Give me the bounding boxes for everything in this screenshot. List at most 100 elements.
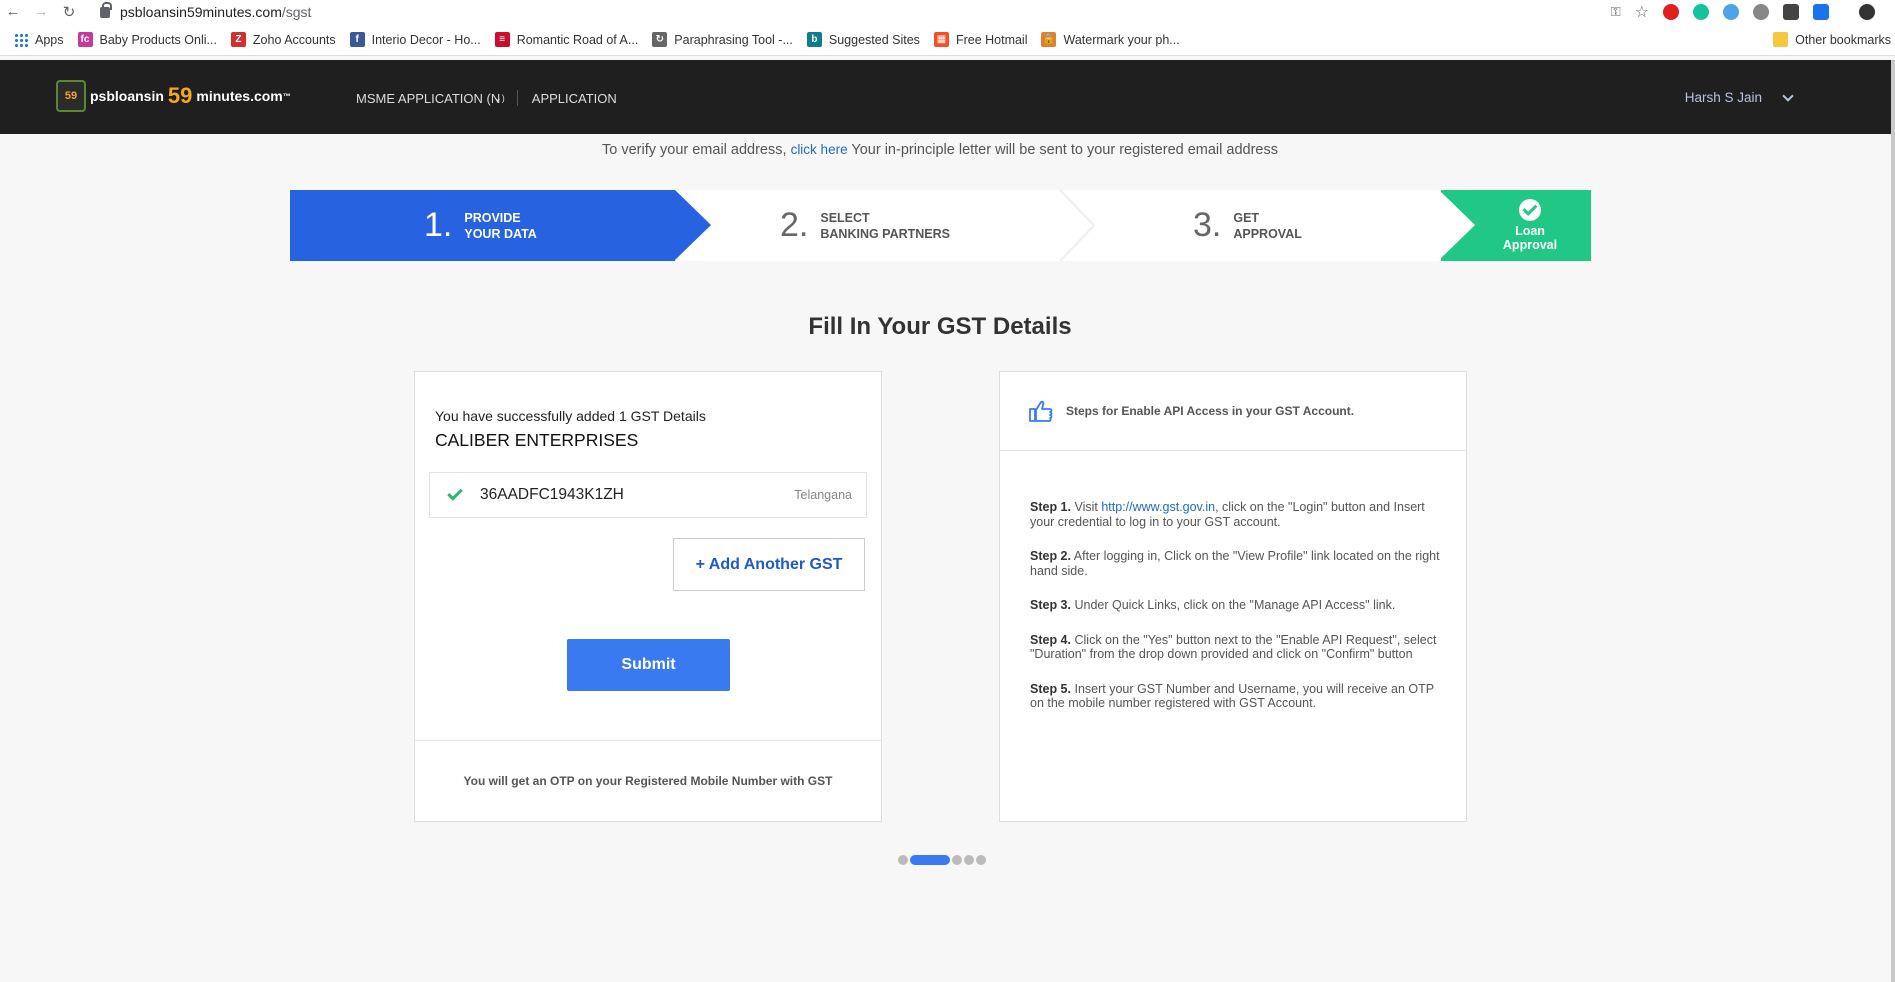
step-get-approval: 3. GET APPROVAL <box>1193 190 1302 261</box>
browser-toolbar: ← → ↻ psbloansin59minutes.com/sgst ⚿ ☆ <box>0 0 1895 24</box>
step-number: 3. <box>1193 206 1222 244</box>
bookmark-label: Watermark your ph... <box>1063 32 1180 47</box>
bookmark-7[interactable]: ▦ Free Hotmail <box>933 32 1027 47</box>
bookmarks-bar: Apps fc Baby Products Onli... Z Zoho Account… <box>0 24 1895 56</box>
verify-suffix: Your in-principle letter will be sent to… <box>851 142 1278 158</box>
paraphrasing-favicon: ↻ <box>652 32 668 47</box>
bookmark-6[interactable]: b Suggested Sites <box>806 32 920 47</box>
add-another-gst-button[interactable]: + Add Another GST <box>673 538 865 591</box>
nav-msme-application[interactable]: MSME APPLICATION (N ⌄) <box>356 90 517 106</box>
submit-button[interactable]: Submit <box>567 639 730 691</box>
step-label: Step 2. <box>1030 549 1071 563</box>
step-text: Click on the "Yes" button next to the "E… <box>1030 632 1437 662</box>
step-select-banking-partners: 2. SELECT BANKING PARTNERS <box>780 190 950 261</box>
step-text: Insert your GST Number and Username, you… <box>1030 681 1434 711</box>
step-label: Step 3. <box>1030 598 1071 612</box>
logo-number: 59 <box>167 83 193 108</box>
nav-divider <box>516 90 518 106</box>
microsoft-favicon: ▦ <box>933 32 949 47</box>
help-steps-list: Step 1. Visit http://www.gst.gov.in, cli… <box>1030 500 1440 731</box>
chevron-down-icon: ⌄) <box>494 92 505 103</box>
nav-application[interactable]: APPLICATION <box>532 90 629 106</box>
other-bookmarks[interactable]: Other bookmarks <box>1773 32 1891 47</box>
user-menu[interactable]: Harsh S Jain <box>1685 89 1794 105</box>
bookmark-3[interactable]: f Interio Decor - Ho... <box>349 32 481 47</box>
bookmark-extension-icon[interactable] <box>1813 4 1829 20</box>
gst-entry-row[interactable]: 36AADFC1943K1ZH Telangana <box>429 472 867 518</box>
verify-email-link[interactable]: click here <box>791 142 848 157</box>
other-bookmarks-label: Other bookmarks <box>1795 32 1891 47</box>
zoho-favicon: Z <box>230 32 246 47</box>
bookmark-4[interactable]: ≡ Romantic Road of A... <box>494 32 639 47</box>
grammarly-extension-icon[interactable] <box>1693 4 1709 20</box>
page-title: Fill In Your GST Details <box>808 313 1072 340</box>
otp-note: You will get an OTP on your Registered M… <box>463 774 833 788</box>
step-label: Step 5. <box>1030 681 1071 696</box>
pager-dot[interactable] <box>910 855 950 865</box>
help-step-4: Step 4. Click on the "Yes" button next t… <box>1030 633 1440 662</box>
folder-icon <box>1773 32 1789 47</box>
step-provide-data: 1. PROVIDE YOUR DATA <box>290 190 675 261</box>
final-step-line2: Approval <box>1502 238 1558 252</box>
thumbs-up-hand-icon <box>1029 400 1053 422</box>
pager-dot[interactable] <box>952 855 962 865</box>
help-card-title: Steps for Enable API Access in your GST … <box>1066 404 1355 418</box>
site-logo[interactable]: 59 psbloansin 59 minutes.com ™ <box>56 80 291 112</box>
lock-icon <box>100 1 112 18</box>
facebook-favicon: f <box>349 32 365 47</box>
back-arrow-icon[interactable]: ← <box>4 3 22 21</box>
forward-arrow-icon[interactable]: → <box>32 3 50 21</box>
bookmark-5[interactable]: ↻ Paraphrasing Tool -... <box>652 32 793 47</box>
apps-grid-icon <box>14 32 28 47</box>
bing-favicon: b <box>806 32 822 47</box>
step-divider-chevron <box>1059 190 1096 261</box>
opera-extension-icon[interactable] <box>1663 4 1679 20</box>
step-label: Step 1. <box>1030 500 1071 514</box>
lock-favicon: 🔒 <box>1041 32 1057 47</box>
logo-tm: ™ <box>282 91 291 101</box>
logo-prefix: psbloansin <box>90 88 164 104</box>
nav-msme-label: MSME APPLICATION (N <box>356 90 501 106</box>
cloud-extension-icon[interactable] <box>1723 4 1739 20</box>
bookmark-2[interactable]: Z Zoho Accounts <box>230 32 336 47</box>
app-header: 59 psbloansin 59 minutes.com ™ MSME APPLI… <box>0 60 1892 134</box>
bookmark-label: Romantic Road of A... <box>516 32 639 47</box>
bookmark-label: Apps <box>35 32 64 47</box>
step-text: Under Quick Links, click on the "Manage … <box>1074 598 1396 612</box>
shield-extension-icon[interactable] <box>1783 4 1799 20</box>
incognito-extension-icon[interactable] <box>1753 4 1769 20</box>
star-icon[interactable]: ☆ <box>1635 2 1649 22</box>
bookmark-label: Interio Decor - Ho... <box>371 32 481 47</box>
progress-stepper: 1. PROVIDE YOUR DATA 2. SELECT BANKING PAR… <box>290 190 1591 261</box>
address-bar[interactable]: psbloansin59minutes.com/sgst <box>100 1 312 20</box>
url-host: psbloansin59minutes.com <box>120 4 282 20</box>
key-icon[interactable]: ⚿ <box>1611 4 1621 20</box>
verify-prefix: To verify your email address, <box>601 142 787 158</box>
step-number: 1. <box>424 206 453 244</box>
step-text: After logging in, Click on the "View Pro… <box>1030 549 1440 578</box>
help-step-2: Step 2. After logging in, Click on the "… <box>1030 549 1440 578</box>
nav-application-label: APPLICATION <box>531 90 617 106</box>
bookmark-1[interactable]: fc Baby Products Onli... <box>77 32 217 47</box>
reload-icon[interactable]: ↻ <box>60 3 78 21</box>
help-card-header: Steps for Enable API Access in your GST … <box>1000 372 1466 451</box>
pager-dot[interactable] <box>898 855 908 865</box>
bookmark-0[interactable]: Apps <box>14 32 64 47</box>
bookmark-8[interactable]: 🔒 Watermark your ph... <box>1041 32 1180 47</box>
profile-avatar-icon[interactable] <box>1859 4 1875 20</box>
step-label: Step 4. <box>1030 632 1071 647</box>
company-name: CALIBER ENTERPRISES <box>435 430 639 450</box>
step-label-line2: YOUR DATA <box>464 226 537 241</box>
url-path: /sgst <box>281 4 312 20</box>
verify-email-notice: To verify your email address, click here… <box>0 142 1880 158</box>
page-scrollbar[interactable] <box>1891 60 1895 982</box>
pager-dot[interactable] <box>976 855 986 865</box>
pager-dot[interactable] <box>964 855 974 865</box>
bookmark-label: Suggested Sites <box>828 32 920 47</box>
final-step-line1: Loan <box>1515 224 1545 238</box>
step-label-line2: BANKING PARTNERS <box>820 226 950 241</box>
gst-portal-link[interactable]: http://www.gst.gov.in <box>1101 500 1215 514</box>
step-text-pre: Visit <box>1074 500 1098 514</box>
babyproducts-favicon: fc <box>77 32 93 47</box>
gst-state: Telangana <box>794 488 852 502</box>
